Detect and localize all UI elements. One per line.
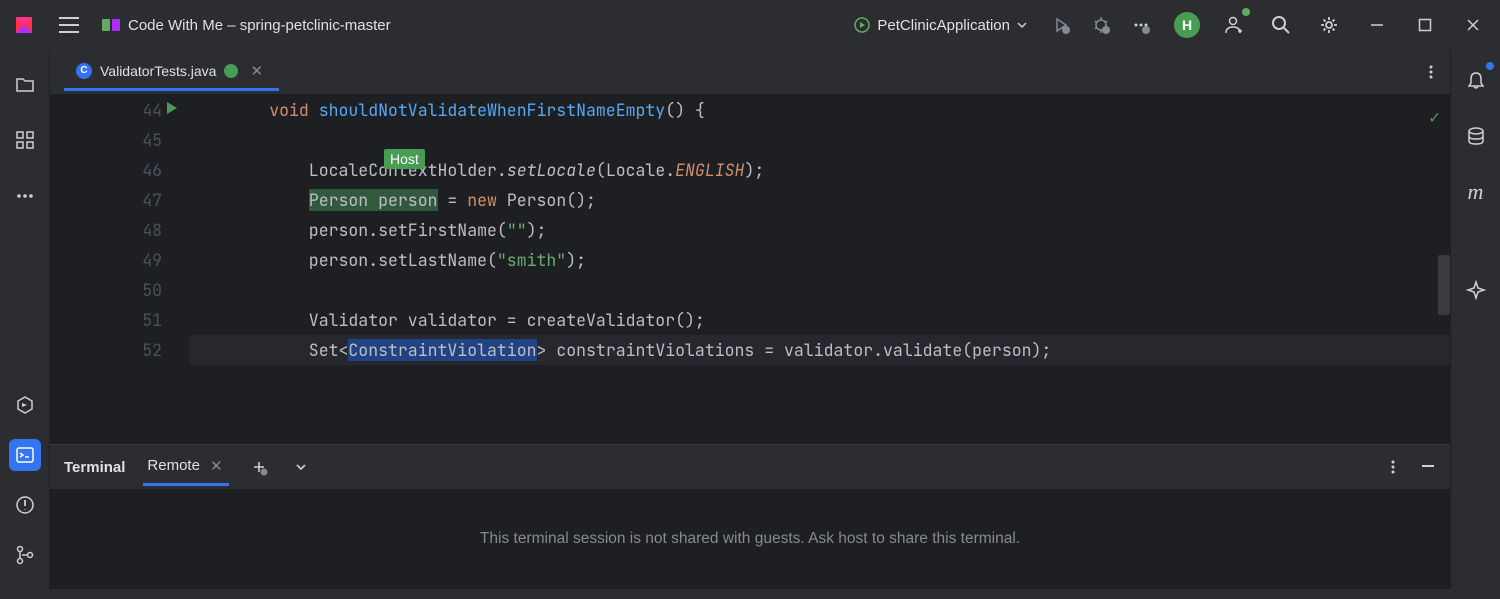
terminal-title: Terminal xyxy=(64,459,125,476)
maven-tool-icon[interactable]: m xyxy=(1460,176,1492,208)
minimize-icon[interactable] xyxy=(1362,10,1392,40)
terminal-new-icon[interactable] xyxy=(247,455,271,479)
database-tool-icon[interactable] xyxy=(1460,120,1492,152)
editor-tabstrip: C ValidatorTests.java ✕ xyxy=(50,50,1450,95)
gutter-line-number[interactable]: 47 xyxy=(50,185,162,215)
vcs-tool-icon[interactable] xyxy=(9,539,41,571)
services-tool-icon[interactable] xyxy=(9,389,41,421)
code-line[interactable] xyxy=(190,125,1450,155)
code-line[interactable]: person.setFirstName(""); xyxy=(190,215,1450,245)
run-icon[interactable] xyxy=(1046,10,1076,40)
editor-tab[interactable]: C ValidatorTests.java ✕ xyxy=(64,54,279,91)
code-line[interactable]: Set<ConstraintViolation> constraintViola… xyxy=(190,335,1450,365)
code-line[interactable]: void shouldNotValidateWhenFirstNameEmpty… xyxy=(190,95,1450,125)
left-tool-rail xyxy=(0,50,50,589)
terminal-message: This terminal session is not shared with… xyxy=(480,530,1020,548)
editor-gutter: 444546474849505152 xyxy=(50,95,190,444)
gutter-line-number[interactable]: 50 xyxy=(50,275,162,305)
host-badge-icon xyxy=(224,64,238,78)
debug-icon[interactable] xyxy=(1086,10,1116,40)
settings-icon[interactable] xyxy=(1314,10,1344,40)
gutter-line-number[interactable]: 44 xyxy=(50,95,162,125)
inspection-ok-icon[interactable]: ✓ xyxy=(1429,103,1440,133)
run-config-name: PetClinicApplication xyxy=(877,17,1010,34)
more-run-icon[interactable] xyxy=(1126,10,1156,40)
editor-scrollbar[interactable] xyxy=(1438,255,1450,315)
gutter-line-number[interactable]: 52 xyxy=(50,335,162,365)
code-line[interactable]: LocaleContextHolder.setLocale(Locale.ENG… xyxy=(190,155,1450,185)
terminal-tab-remote[interactable]: Remote ✕ xyxy=(143,449,228,486)
ai-assistant-icon[interactable] xyxy=(1460,274,1492,306)
close-icon[interactable] xyxy=(1458,10,1488,40)
host-cursor-label: Host xyxy=(384,149,425,169)
avatar[interactable]: H xyxy=(1174,12,1200,38)
code-line[interactable] xyxy=(190,275,1450,305)
main-menu-icon[interactable] xyxy=(54,10,84,40)
run-anything-icon xyxy=(853,16,871,34)
terminal-tool-icon[interactable] xyxy=(9,439,41,471)
terminal-options-icon[interactable] xyxy=(1384,458,1402,476)
problems-tool-icon[interactable] xyxy=(9,489,41,521)
status-bar xyxy=(0,589,1500,599)
gutter-line-number[interactable]: 46 xyxy=(50,155,162,185)
structure-tool-icon[interactable] xyxy=(9,124,41,156)
terminal-tabstrip: Terminal Remote ✕ xyxy=(50,445,1450,489)
editor-code[interactable]: void shouldNotValidateWhenFirstNameEmpty… xyxy=(190,95,1450,444)
terminal-body[interactable]: This terminal session is not shared with… xyxy=(50,489,1450,589)
titlebar: Code With Me – spring-petclinic-master P… xyxy=(0,0,1500,50)
cwm-icon xyxy=(102,16,120,34)
terminal-hide-icon[interactable] xyxy=(1420,458,1436,476)
chevron-down-icon xyxy=(1016,19,1028,31)
terminal-dropdown-icon[interactable] xyxy=(289,455,313,479)
tabstrip-more-icon[interactable] xyxy=(1422,63,1440,81)
run-config-selector[interactable]: PetClinicApplication xyxy=(845,12,1036,38)
code-with-me-icon[interactable] xyxy=(1218,10,1248,40)
code-line[interactable]: Validator validator = createValidator(); xyxy=(190,305,1450,335)
maximize-icon[interactable] xyxy=(1410,10,1440,40)
java-class-icon: C xyxy=(76,63,92,79)
code-editor[interactable]: 444546474849505152 void shouldNotValidat… xyxy=(50,95,1450,444)
gutter-line-number[interactable]: 51 xyxy=(50,305,162,335)
terminal-panel: Terminal Remote ✕ xyxy=(50,444,1450,589)
ide-logo-icon[interactable] xyxy=(12,13,36,37)
project-tool-icon[interactable] xyxy=(9,68,41,100)
terminal-tab-label: Remote xyxy=(147,457,200,474)
more-tool-icon[interactable] xyxy=(9,180,41,212)
search-icon[interactable] xyxy=(1266,10,1296,40)
project-title[interactable]: Code With Me – spring-petclinic-master xyxy=(102,16,391,34)
terminal-tab-close-icon[interactable]: ✕ xyxy=(208,457,225,475)
tab-close-icon[interactable]: ✕ xyxy=(246,62,267,80)
code-line[interactable]: person.setLastName("smith"); xyxy=(190,245,1450,275)
right-tool-rail: m xyxy=(1450,50,1500,589)
run-line-icon[interactable] xyxy=(166,101,178,115)
code-line[interactable]: Person person = new Person(); xyxy=(190,185,1450,215)
notifications-icon[interactable] xyxy=(1460,64,1492,96)
gutter-line-number[interactable]: 45 xyxy=(50,125,162,155)
gutter-line-number[interactable]: 48 xyxy=(50,215,162,245)
project-title-text: Code With Me – spring-petclinic-master xyxy=(128,17,391,34)
editor-tab-label: ValidatorTests.java xyxy=(100,63,216,79)
gutter-line-number[interactable]: 49 xyxy=(50,245,162,275)
